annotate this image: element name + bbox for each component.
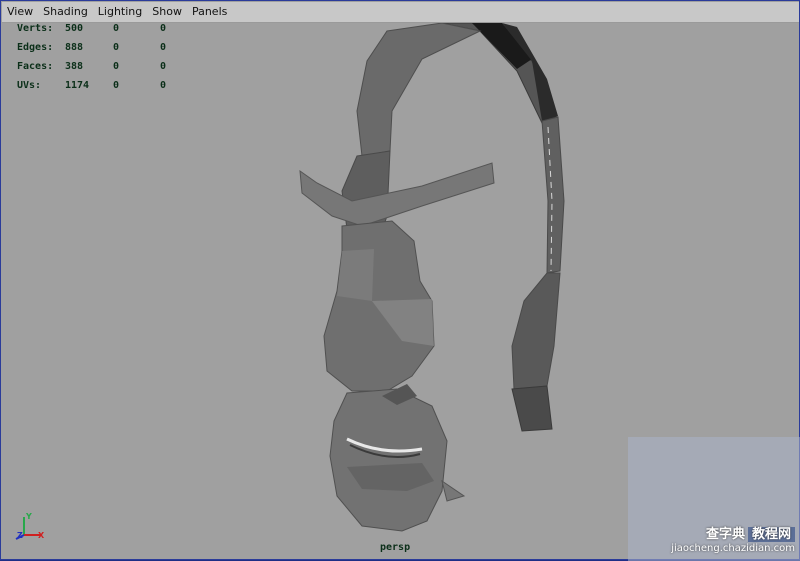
menu-panels[interactable]: Panels (187, 2, 232, 22)
axis-y-label: Y (25, 512, 32, 521)
hair-strip-left (356, 23, 482, 157)
menu-view[interactable]: View (2, 2, 38, 22)
brow-strip (299, 162, 495, 227)
watermark-title: 查字典 教程网 (706, 523, 795, 542)
view-axis-icon: Z X Y (15, 512, 45, 540)
mouth-chin (329, 388, 448, 532)
watermark-url: jiaocheng.chazidian.com (671, 543, 795, 554)
watermark-box-text: 教程网 (747, 527, 795, 542)
axis-x-label: X (38, 531, 45, 540)
watermark-main-text: 查字典 (705, 527, 745, 542)
panel-menubar: View Shading Lighting Show Panels (2, 2, 799, 23)
camera-label: persp (380, 542, 411, 553)
site-watermark: 查字典 教程网 jiaocheng.chazidian.com (628, 437, 800, 561)
menu-show[interactable]: Show (147, 2, 187, 22)
axis-z-label: Z (17, 531, 23, 540)
maya-panel: View Shading Lighting Show Panels Verts:… (0, 0, 800, 561)
menu-shading[interactable]: Shading (38, 2, 93, 22)
menu-lighting[interactable]: Lighting (93, 2, 147, 22)
